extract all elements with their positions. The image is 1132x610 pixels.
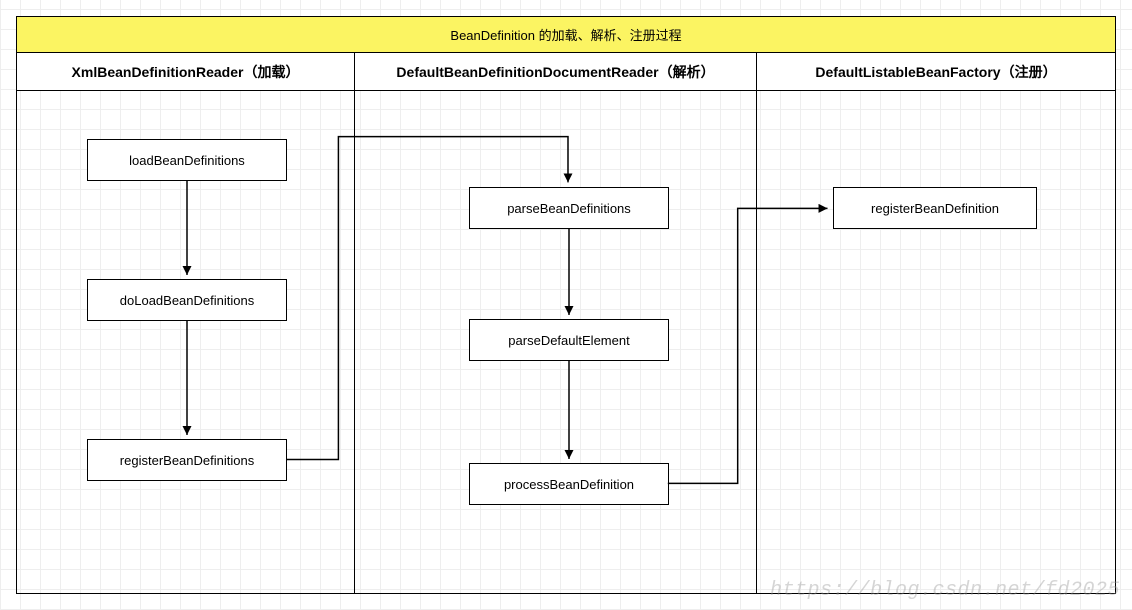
column-parser: DefaultBeanDefinitionDocumentReader（解析） …: [355, 53, 757, 593]
node-parse-default-element: parseDefaultElement: [469, 319, 669, 361]
diagram-title-bar: BeanDefinition 的加载、解析、注册过程: [17, 17, 1115, 53]
column1-arrows: [17, 53, 354, 593]
diagram-columns: XmlBeanDefinitionReader（加载） loadBeanDefi…: [17, 53, 1115, 593]
column-registry: DefaultListableBeanFactory（注册） registerB…: [757, 53, 1115, 593]
node-parse-bean-definitions: parseBeanDefinitions: [469, 187, 669, 229]
node-register-bean-definition: registerBeanDefinition: [833, 187, 1037, 229]
node-do-load-bean-definitions: doLoadBeanDefinitions: [87, 279, 287, 321]
diagram-title: BeanDefinition 的加载、解析、注册过程: [450, 25, 681, 44]
column-loader-header: XmlBeanDefinitionReader（加载）: [17, 53, 354, 91]
diagram-container: BeanDefinition 的加载、解析、注册过程 XmlBeanDefini…: [16, 16, 1116, 594]
column-parser-header: DefaultBeanDefinitionDocumentReader（解析）: [355, 53, 756, 91]
node-load-bean-definitions: loadBeanDefinitions: [87, 139, 287, 181]
node-register-bean-definitions: registerBeanDefinitions: [87, 439, 287, 481]
watermark: https://blog.csdn.net/fd2025: [770, 579, 1120, 602]
column-registry-header: DefaultListableBeanFactory（注册）: [757, 53, 1115, 91]
node-process-bean-definition: processBeanDefinition: [469, 463, 669, 505]
column-loader: XmlBeanDefinitionReader（加载） loadBeanDefi…: [17, 53, 355, 593]
